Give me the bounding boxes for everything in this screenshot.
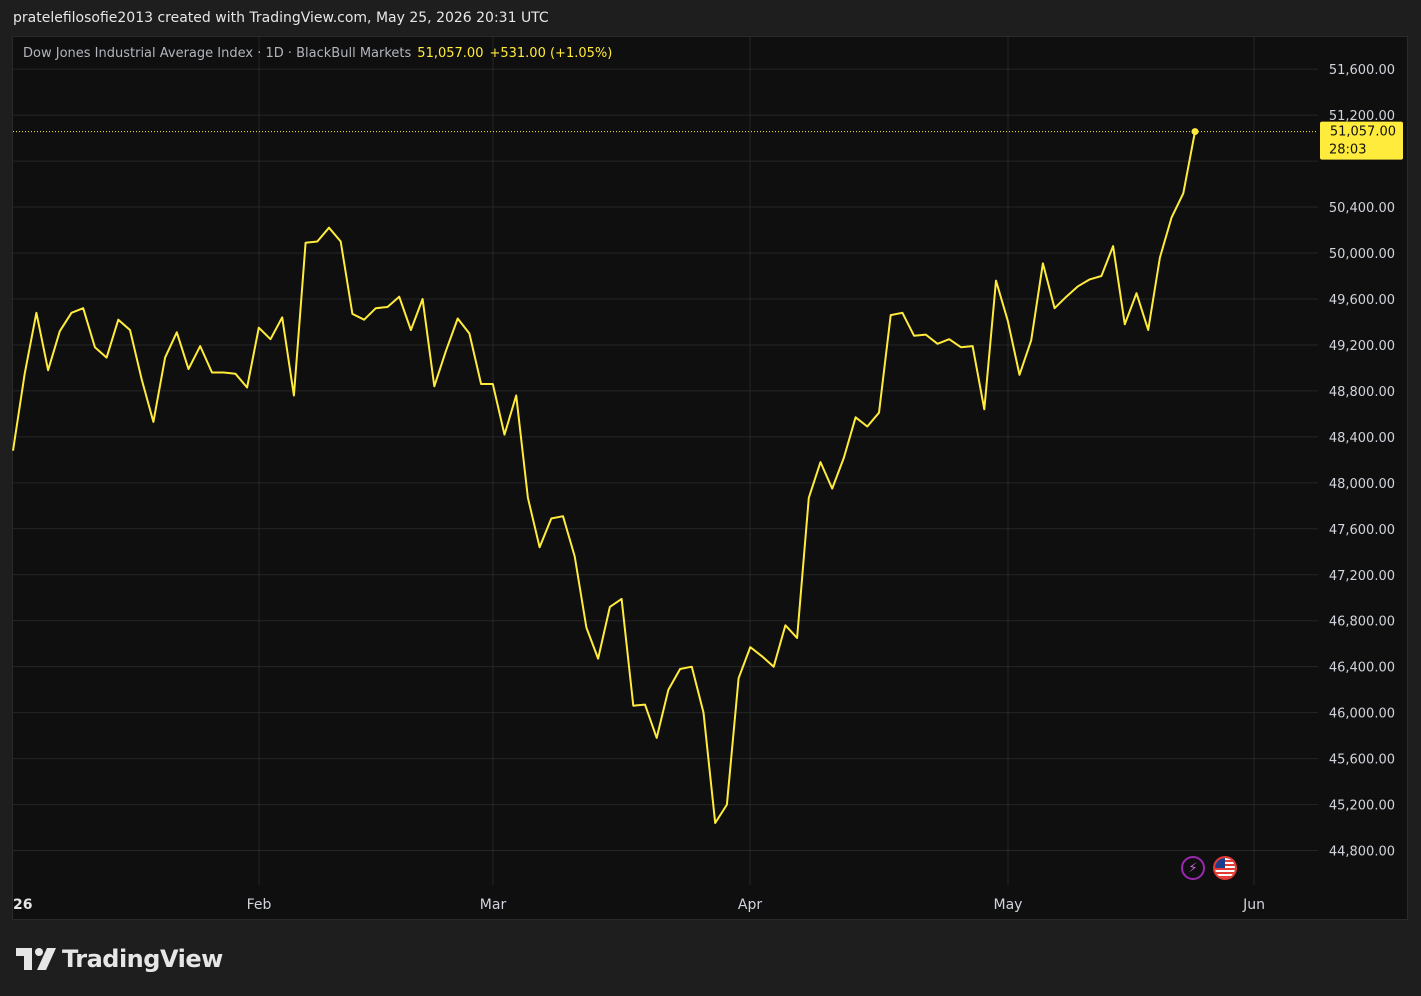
- tradingview-logo-icon: [16, 948, 56, 970]
- y-tick-label: 49,200.00: [1329, 339, 1395, 354]
- y-tick-label: 48,800.00: [1329, 385, 1395, 400]
- last-price-dot: [1191, 128, 1199, 136]
- y-tick-label: 47,200.00: [1329, 569, 1395, 584]
- legend-last-price: 51,057.00: [417, 46, 484, 61]
- price-tag-countdown: 28:03: [1329, 143, 1366, 158]
- tradingview-wordmark: TradingView: [62, 945, 223, 973]
- y-tick-label: 44,800.00: [1329, 845, 1395, 860]
- legend-change: +531.00 (+1.05%): [489, 46, 613, 61]
- y-tick-label: 48,000.00: [1329, 477, 1395, 492]
- y-tick-label: 50,000.00: [1329, 247, 1395, 262]
- x-tick-label: Apr: [738, 897, 762, 913]
- y-tick-label: 45,600.00: [1329, 753, 1395, 768]
- y-tick-label: 46,800.00: [1329, 615, 1395, 630]
- y-tick-label: 45,200.00: [1329, 799, 1395, 814]
- y-tick-label: 51,600.00: [1329, 63, 1395, 78]
- tradingview-logo[interactable]: TradingView: [16, 944, 223, 974]
- x-tick-label: Mar: [480, 897, 507, 913]
- y-tick-label: 50,400.00: [1329, 201, 1395, 216]
- price-axis[interactable]: 44,800.00 45,200.00 45,600.00 46,000.00 46,4…: [1329, 63, 1395, 859]
- chart-badges: ⚡: [1181, 856, 1237, 880]
- price-tag-value: 51,057.00: [1330, 125, 1396, 140]
- chart-legend: Dow Jones Industrial Average Index · 1D …: [23, 46, 612, 61]
- time-axis[interactable]: 26 Feb Mar Apr May Jun: [13, 897, 1265, 913]
- x-tick-label: 26: [13, 897, 32, 913]
- lightning-icon[interactable]: ⚡: [1181, 856, 1205, 880]
- price-chart[interactable]: 44,800.00 45,200.00 45,600.00 46,000.00 46,4…: [0, 0, 1421, 921]
- y-tick-label: 46,000.00: [1329, 707, 1395, 722]
- us-flag-icon[interactable]: [1213, 856, 1237, 880]
- y-tick-label: 48,400.00: [1329, 431, 1395, 446]
- y-tick-label: 46,400.00: [1329, 661, 1395, 676]
- legend-symbol: Dow Jones Industrial Average Index · 1D …: [23, 46, 412, 61]
- last-price-tag: 51,057.00 28:03: [1320, 121, 1403, 160]
- y-tick-label: 49,600.00: [1329, 293, 1395, 308]
- x-tick-label: Feb: [247, 897, 272, 913]
- x-tick-label: May: [994, 897, 1023, 913]
- grid-lines: [13, 37, 1318, 885]
- series-line: [12, 131, 1196, 824]
- y-tick-label: 47,600.00: [1329, 523, 1395, 538]
- x-tick-label: Jun: [1242, 897, 1265, 913]
